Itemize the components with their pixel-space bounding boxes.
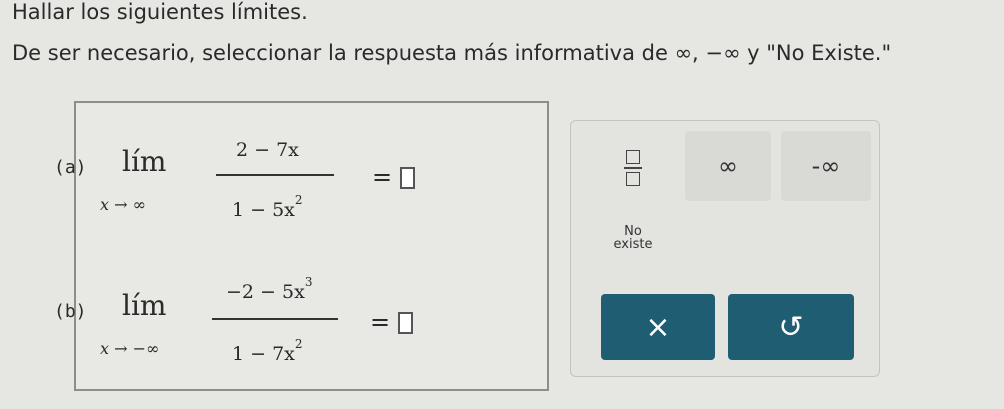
close-icon: ×: [645, 309, 671, 345]
fraction-key[interactable]: [591, 135, 675, 201]
problem-b-label: (b): [54, 301, 87, 322]
denominator-slot-icon: [626, 172, 640, 186]
problem-b-numerator: −2 − 5x3: [226, 275, 313, 303]
problem-a-fraction-bar: [216, 174, 334, 176]
problem-a-subscript: x → ∞: [100, 195, 146, 214]
no-existe-label-2: existe: [613, 237, 653, 252]
problem-a-answer-box[interactable]: [400, 167, 415, 189]
undo-button[interactable]: ↺: [728, 294, 854, 360]
undo-icon: ↺: [778, 309, 804, 345]
problem-a-denominator: 1 − 5x2: [232, 193, 303, 221]
negative-infinity-key[interactable]: -∞: [781, 131, 871, 201]
problem-a-numerator: 2 − 7x: [236, 139, 299, 161]
problem-b-equals: =: [370, 308, 391, 336]
numerator-slot-icon: [626, 150, 640, 164]
instruction-title: Hallar los siguientes límites.: [12, 0, 308, 24]
problem-b-lim: lím: [122, 289, 167, 322]
problem-b-denominator: 1 − 7x2: [232, 337, 303, 365]
problem-a-equals: =: [372, 163, 393, 191]
clear-button[interactable]: ×: [601, 294, 715, 360]
no-existe-key[interactable]: No existe: [591, 213, 675, 263]
problem-b-fraction-bar: [212, 318, 338, 320]
instruction-detail: De ser necesario, seleccionar la respues…: [12, 41, 892, 65]
problem-b-subscript: x → −∞: [100, 339, 160, 358]
infinity-key[interactable]: ∞: [685, 131, 771, 201]
problem-b-answer-box[interactable]: [398, 312, 413, 334]
problem-a-label: (a): [54, 157, 87, 178]
fraction-bar-icon: [624, 167, 642, 169]
problem-panel: (a) lím x → ∞ 2 − 7x 1 − 5x2 = (b) lím x…: [54, 101, 549, 391]
problem-a-lim: lím: [122, 145, 167, 178]
